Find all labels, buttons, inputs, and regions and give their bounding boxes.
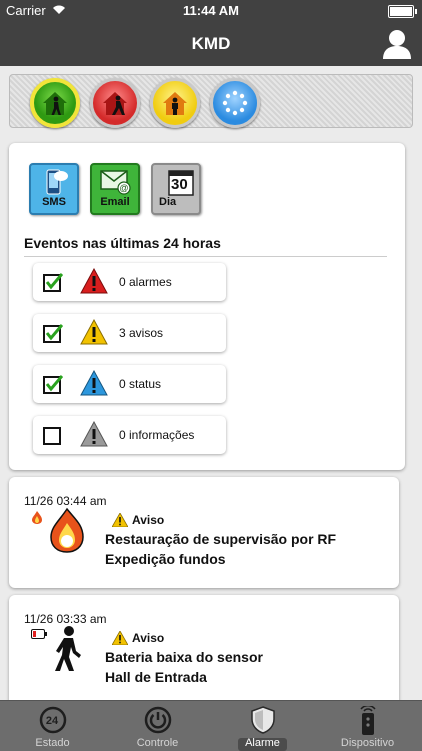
envelope-icon: @ [100,170,131,195]
event-count-label: 0 status [119,377,162,391]
sms-button[interactable]: SMS [29,163,79,215]
nav-bar: KMD [0,22,422,66]
tab-label: Estado [35,737,70,749]
event-zone: Hall de Entrada [105,669,207,685]
sms-label: SMS [42,196,66,208]
mode-selector [9,74,413,128]
away-mode-button[interactable] [90,78,140,128]
event-type-label: Aviso [132,513,165,527]
event-filter-info[interactable]: 0 informações [33,416,226,454]
event-description: Restauração de supervisão por RF [105,531,337,547]
loading-mode-button[interactable] [210,78,260,128]
calendar-day: 30 [171,176,188,193]
tab-label: Dispositivo [340,737,395,749]
event-count-label: 0 alarmes [119,275,172,289]
tab-alarme[interactable]: Alarme [210,701,315,751]
status-bar: Carrier 11:44 AM [0,0,422,22]
status-warning-icon [80,370,108,396]
event-timestamp: 11/26 03:44 am [24,494,107,508]
warning-icon [111,630,129,646]
tab-label: Alarme [245,737,280,749]
event-filter-alarms[interactable]: 0 alarmes [33,263,226,301]
info-warning-icon [80,421,108,447]
remote-icon [359,706,376,735]
tab-bar: 24 Estado Controle Alarme Dispositivo [0,700,422,751]
house-leaving-icon [103,92,127,115]
checkbox-checked-icon[interactable] [43,323,63,343]
tab-estado[interactable]: 24 Estado [0,701,105,751]
day-button[interactable]: 30 Dia [151,163,201,215]
shield-icon [250,706,275,734]
event-filter-status[interactable]: 0 status [33,365,226,403]
stay-mode-button[interactable] [150,78,200,128]
low-battery-icon [31,629,47,639]
tab-label: Controle [136,737,179,749]
day-label: Dia [159,196,177,208]
warning-icon [111,512,129,528]
events-summary-card: SMS @ Email 30 Dia Eventos nas últimas 2… [9,143,405,470]
tab-dispositivo[interactable]: Dispositivo [315,701,420,751]
svg-text:@: @ [119,183,128,193]
warning-icon [80,319,108,345]
svg-text:24: 24 [45,715,58,727]
home-mode-button[interactable] [30,78,80,128]
event-type-label: Aviso [132,631,165,645]
fire-icon [50,507,84,553]
event-count-label: 3 avisos [119,326,164,340]
event-log-entry[interactable]: 11/26 03:33 am Aviso Bateria baixa do se… [9,595,399,710]
event-description: Bateria baixa do sensor [105,649,263,665]
house-person-icon [43,92,67,115]
event-type: Aviso [111,512,165,528]
event-zone: Expedição fundos [105,551,226,567]
summary-heading: Eventos nas últimas 24 horas [24,235,221,251]
battery-icon [388,5,417,18]
power-icon [144,706,171,734]
event-log-entry[interactable]: 11/26 03:44 am Aviso Restauração de supe… [9,477,399,588]
sms-phone-icon [46,169,68,195]
spinner-icon [222,90,248,116]
tab-controle[interactable]: Controle [105,701,210,751]
user-icon[interactable] [382,28,412,60]
24hr-icon: 24 [39,706,66,734]
checkbox-checked-icon[interactable] [43,272,63,292]
divider [24,256,387,257]
small-fire-icon [32,511,42,524]
page-title: KMD [191,34,231,53]
checkbox-checked-icon[interactable] [43,374,63,394]
email-label: Email [100,196,130,208]
event-timestamp: 11/26 03:33 am [24,612,107,626]
event-count-label: 0 informações [119,428,195,442]
walking-person-icon [55,626,81,671]
event-filter-warnings[interactable]: 3 avisos [33,314,226,352]
email-button[interactable]: @ Email [90,163,140,215]
clock: 11:44 AM [183,3,239,18]
checkbox-unchecked-icon[interactable] [43,425,63,445]
event-type: Aviso [111,630,165,646]
alarm-warning-icon [80,268,108,294]
house-standing-icon [163,92,187,115]
